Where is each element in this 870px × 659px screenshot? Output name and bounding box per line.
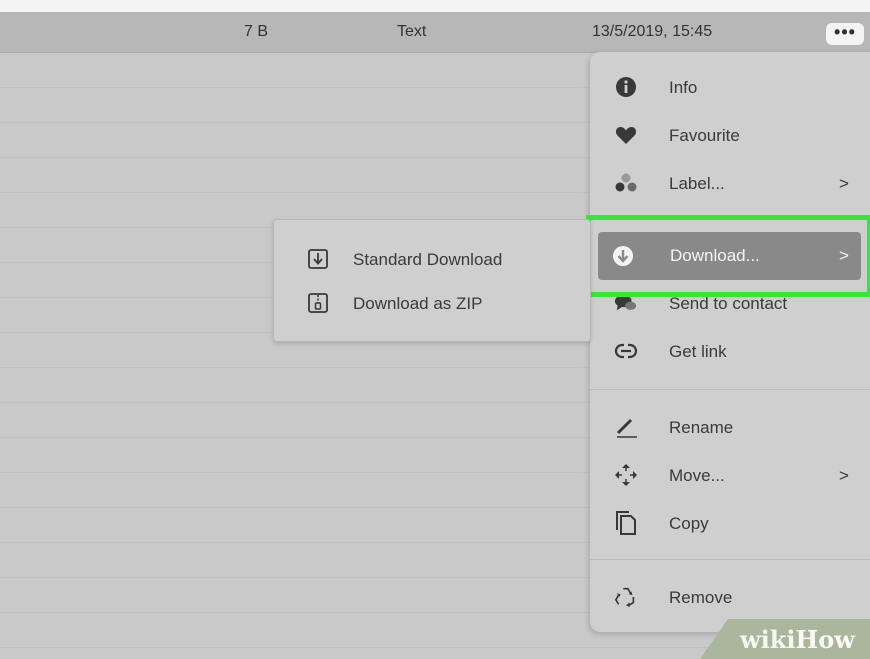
recycle-icon — [614, 586, 638, 608]
file-row-selected[interactable]: 7 B Text 13/5/2019, 15:45 ••• — [0, 12, 870, 53]
menu-item-label: Rename — [669, 418, 734, 437]
submenu-item-download-zip[interactable]: Download as ZIP — [274, 284, 590, 320]
menu-item-label: Move... — [669, 466, 725, 485]
link-icon — [614, 340, 638, 362]
watermark-how: How — [795, 625, 855, 654]
chevron-right-icon: > — [839, 466, 849, 485]
label-dots-icon — [614, 172, 638, 194]
menu-item-remove[interactable]: Remove — [590, 577, 870, 617]
file-type: Text — [397, 23, 427, 40]
context-menu: Info Favourite Label... > Send to contac… — [590, 52, 870, 632]
heart-icon — [614, 124, 638, 146]
submenu-item-label: Download as ZIP — [353, 294, 483, 313]
menu-item-label-submenu[interactable]: Label... > — [590, 163, 870, 203]
menu-item-label: Send to contact — [669, 294, 788, 313]
file-size: 7 B — [244, 23, 269, 40]
download-submenu: Standard Download Download as ZIP — [273, 219, 591, 342]
menu-item-rename[interactable]: Rename — [590, 407, 870, 447]
info-icon — [614, 76, 638, 98]
more-options-button[interactable]: ••• — [826, 23, 864, 45]
menu-divider — [590, 389, 870, 390]
menu-item-info[interactable]: Info — [590, 67, 870, 107]
menu-item-label: Label... — [669, 174, 725, 193]
pencil-icon — [614, 416, 638, 438]
file-modified-date: 13/5/2019, 15:45 — [592, 23, 713, 40]
watermark-wiki: wiki — [740, 625, 796, 654]
menu-item-label: Info — [669, 78, 698, 97]
download-box-icon — [308, 249, 328, 269]
submenu-item-standard-download[interactable]: Standard Download — [274, 240, 590, 276]
download-circle-icon — [612, 245, 636, 267]
menu-item-label: Favourite — [669, 126, 740, 145]
chevron-right-icon: > — [839, 174, 849, 193]
menu-item-get-link[interactable]: Get link — [590, 331, 870, 371]
wikihow-watermark: wikiHow — [740, 625, 855, 654]
zip-file-icon — [308, 293, 328, 313]
menu-item-move[interactable]: Move... > — [590, 455, 870, 495]
menu-item-download[interactable]: Download... > — [598, 232, 861, 280]
top-strip — [0, 0, 870, 12]
menu-item-label: Copy — [669, 514, 709, 533]
submenu-item-label: Standard Download — [353, 250, 503, 269]
menu-item-label: Get link — [669, 342, 727, 361]
menu-divider — [590, 559, 870, 560]
menu-item-copy[interactable]: Copy — [590, 503, 870, 543]
menu-item-favourite[interactable]: Favourite — [590, 115, 870, 155]
move-arrows-icon — [614, 464, 638, 486]
copy-icon — [614, 511, 638, 535]
menu-item-label: Remove — [669, 588, 733, 607]
chevron-right-icon: > — [839, 246, 849, 265]
menu-item-label: Download... — [670, 246, 760, 265]
